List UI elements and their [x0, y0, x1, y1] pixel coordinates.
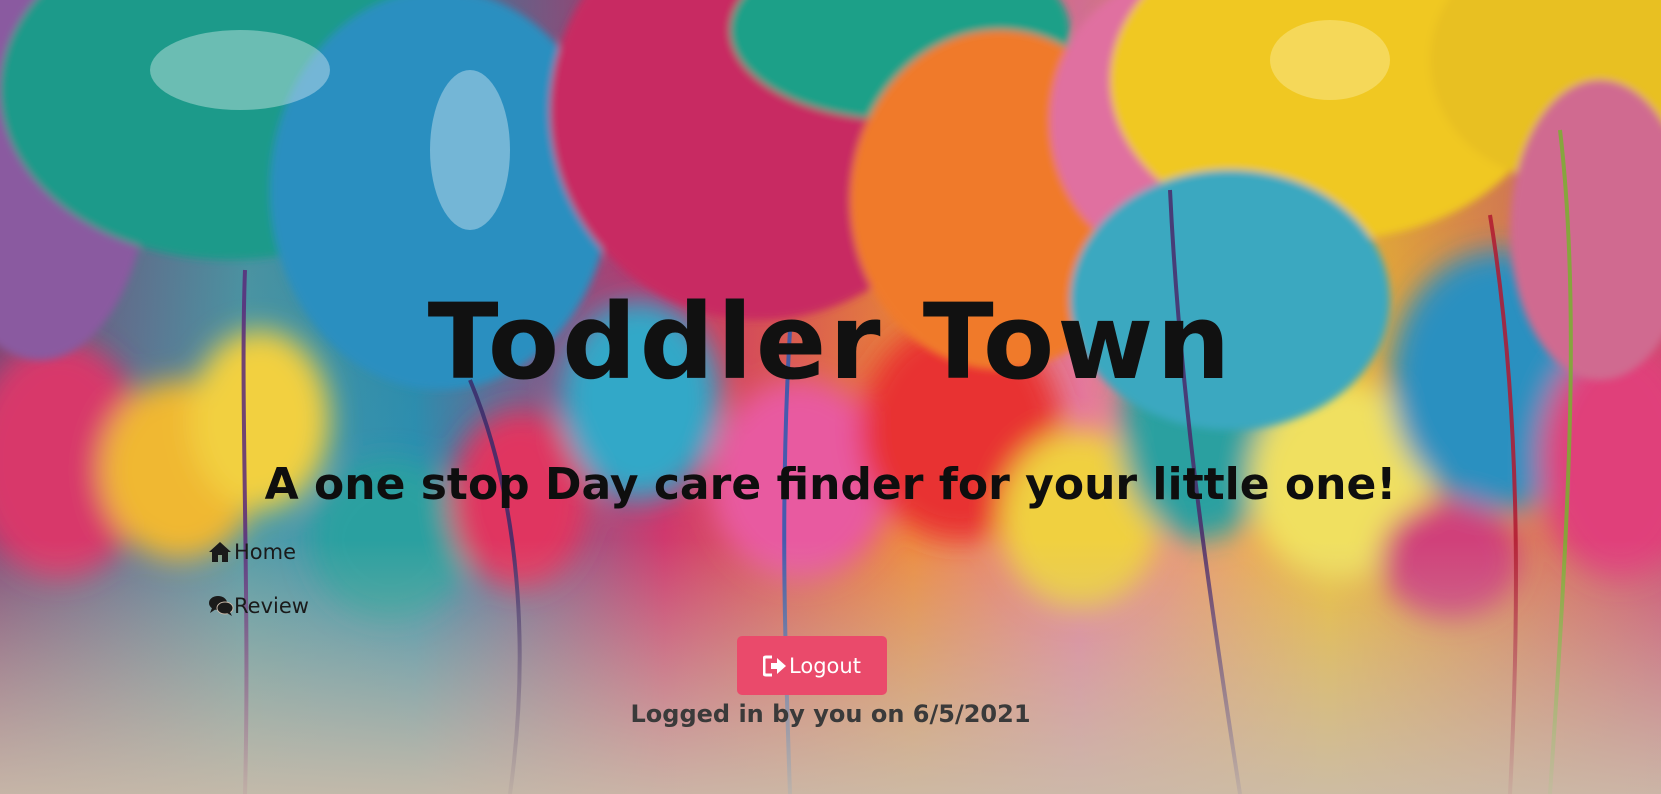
home-icon	[208, 540, 234, 564]
nav-link-review[interactable]: Review	[208, 590, 309, 622]
page-title: Toddler Town	[427, 281, 1234, 403]
login-status: Logged in by you on 6/5/2021	[630, 700, 1031, 728]
nav-link-label: Review	[234, 594, 309, 618]
nav-link-home[interactable]: Home	[208, 536, 309, 568]
nav-menu: Home Review	[208, 536, 309, 644]
hero: Toddler Town A one stop Day care finder …	[0, 0, 1661, 794]
nav-link-label: Home	[234, 540, 297, 564]
sign-out-icon	[763, 655, 787, 677]
logout-button[interactable]: Logout	[737, 636, 887, 695]
comments-icon	[208, 594, 234, 618]
logout-label: Logout	[789, 653, 861, 678]
page-subtitle: A one stop Day care finder for your litt…	[264, 459, 1397, 510]
